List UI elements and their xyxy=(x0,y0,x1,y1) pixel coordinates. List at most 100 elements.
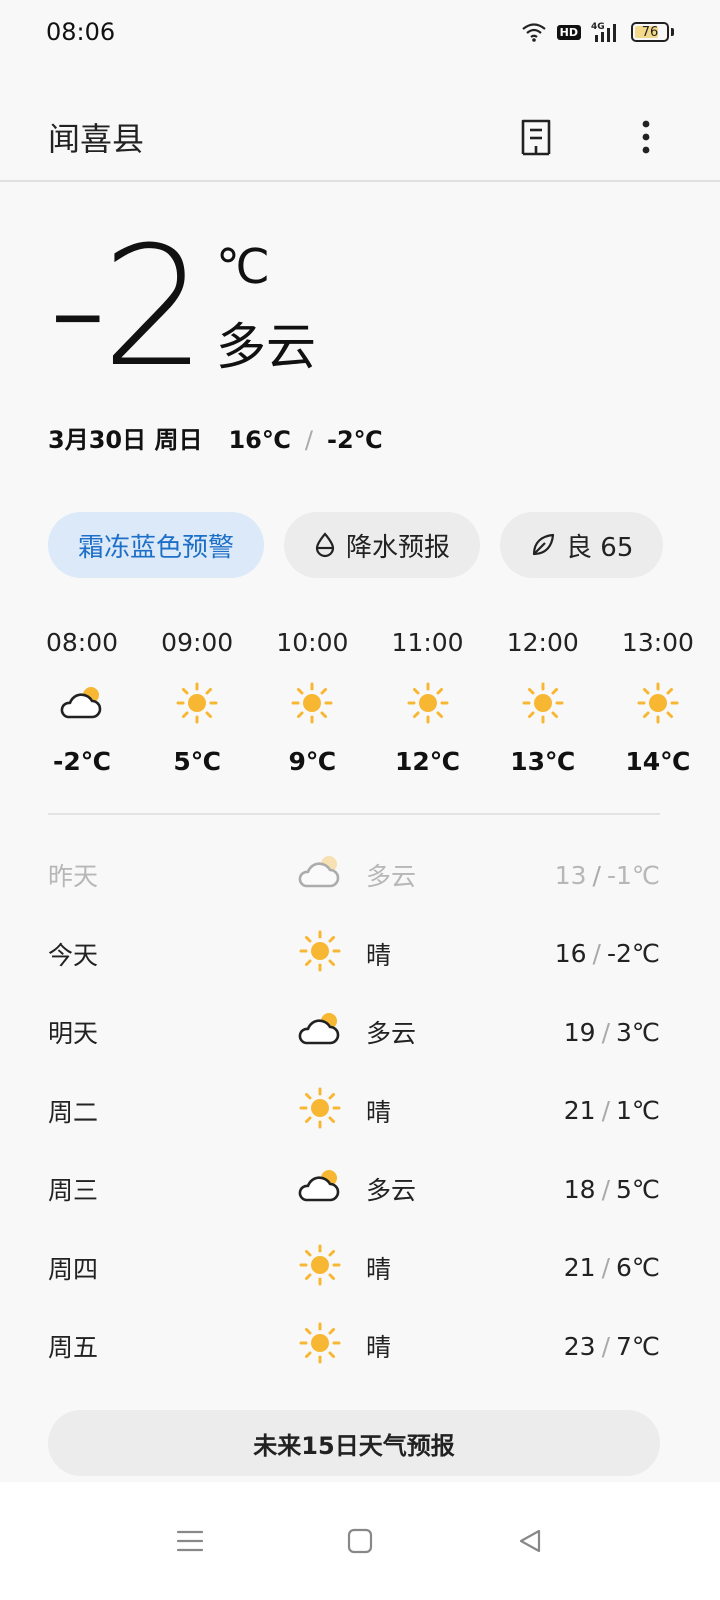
day-low: -1℃ xyxy=(606,860,660,890)
day-low: 1℃ xyxy=(616,1096,660,1126)
day-row[interactable]: 明天 多云 19/3℃ xyxy=(48,993,660,1072)
home-button[interactable] xyxy=(340,1521,380,1561)
hourly-forecast[interactable]: 08:00 -2℃ 09:00 5℃ 10:00 9℃ 11:00 12℃ 12… xyxy=(46,628,694,776)
day-high: 16 xyxy=(554,939,587,969)
back-button[interactable] xyxy=(510,1521,550,1561)
hour-temperature: 13℃ xyxy=(510,747,576,776)
sun-icon xyxy=(290,681,334,725)
signal-icon: 4G xyxy=(591,22,616,42)
precipitation-label: 降水预报 xyxy=(346,532,451,563)
battery-level: 76 xyxy=(641,24,659,40)
today-high: 16℃ xyxy=(228,426,291,454)
air-quality-label: 良 65 xyxy=(566,532,634,563)
range-separator: / xyxy=(601,1017,611,1047)
hour-time: 09:00 xyxy=(161,628,234,657)
sun-icon xyxy=(298,1243,342,1293)
status-time: 08:06 xyxy=(46,18,116,46)
day-temperature-range: 13/-1℃ xyxy=(555,861,660,890)
section-divider xyxy=(48,813,660,815)
day-high: 21 xyxy=(563,1096,596,1126)
hour-temperature: -2℃ xyxy=(52,747,112,776)
raindrop-icon xyxy=(315,532,335,558)
range-separator: / xyxy=(601,1096,611,1126)
sun-icon xyxy=(636,681,680,725)
range-separator: / xyxy=(592,860,601,890)
date-line: 3月30日 周日 16℃ / -2℃ xyxy=(48,420,383,455)
battery-tip xyxy=(671,28,674,36)
day-name: 周四 xyxy=(48,1254,99,1284)
hour-time: 08:00 xyxy=(45,628,119,657)
triangle-back-icon xyxy=(519,1529,541,1553)
wifi-icon xyxy=(521,23,546,42)
menu-icon xyxy=(176,1530,204,1552)
day-condition: 多云 xyxy=(366,1176,417,1206)
day-row[interactable]: 周四 晴 21/6℃ xyxy=(48,1229,660,1308)
partly-cloudy-icon xyxy=(296,1009,344,1055)
day-high: 19 xyxy=(563,1017,596,1047)
hour-time: 12:00 xyxy=(506,628,579,657)
more-options-button[interactable] xyxy=(626,117,666,157)
partly-cloudy-icon xyxy=(296,852,344,898)
day-low: 5℃ xyxy=(616,1174,660,1204)
day-condition: 晴 xyxy=(366,1097,392,1127)
daily-forecast: 昨天 多云 13/-1℃ 今天 晴 16/-2℃ 明天 多云 19/3℃ 周二 … xyxy=(48,836,660,1386)
day-temperature-range: 16/-2℃ xyxy=(555,939,660,968)
day-temperature-range: 21/6℃ xyxy=(564,1253,660,1282)
partly-cloudy-icon xyxy=(296,1166,344,1212)
day-condition: 多云 xyxy=(366,862,417,892)
hour-item: 10:00 9℃ xyxy=(276,628,348,776)
day-high: 23 xyxy=(563,1331,596,1361)
day-low: 7℃ xyxy=(616,1331,660,1361)
day-name: 今天 xyxy=(48,940,99,970)
square-icon xyxy=(347,1528,373,1554)
day-name: 周二 xyxy=(48,1097,99,1127)
day-temperature-range: 19/3℃ xyxy=(564,1018,660,1047)
day-row[interactable]: 周三 多云 18/5℃ xyxy=(48,1150,660,1229)
hour-time: 10:00 xyxy=(276,628,349,657)
precipitation-chip[interactable]: 降水预报 xyxy=(284,512,481,578)
hour-time: 13:00 xyxy=(621,628,694,657)
day-high: 18 xyxy=(563,1174,596,1204)
hour-temperature: 12℃ xyxy=(395,747,461,776)
day-row[interactable]: 昨天 多云 13/-1℃ xyxy=(48,836,660,915)
day-low: 6℃ xyxy=(616,1253,660,1283)
frost-warning-chip[interactable]: 霜冻蓝色预警 xyxy=(48,512,265,578)
sun-icon xyxy=(298,1086,342,1136)
city-list-button[interactable] xyxy=(516,117,556,157)
day-high: 13 xyxy=(554,860,587,890)
hd-badge: HD xyxy=(556,24,581,40)
sun-icon xyxy=(406,681,450,725)
range-separator: / xyxy=(592,939,601,969)
day-low: -2℃ xyxy=(606,939,660,969)
day-row[interactable]: 周五 晴 23/7℃ xyxy=(48,1307,660,1386)
hour-item: 11:00 12℃ xyxy=(392,628,464,776)
day-name: 周三 xyxy=(48,1176,99,1206)
info-chips: 霜冻蓝色预警 降水预报 良 65 xyxy=(48,512,664,578)
day-row[interactable]: 周二 晴 21/1℃ xyxy=(48,1072,660,1151)
fifteen-day-forecast-button[interactable]: 未来15日天气预报 xyxy=(48,1410,660,1476)
city-name[interactable]: 闻喜县 xyxy=(48,114,144,160)
current-weather: -2 ℃ 多云 xyxy=(48,225,316,390)
battery-icon: 76 xyxy=(631,22,669,42)
temperature-unit: ℃ xyxy=(216,239,270,295)
day-condition: 晴 xyxy=(366,1254,392,1284)
hour-item: 13:00 14℃ xyxy=(622,628,694,776)
hour-temperature: 5℃ xyxy=(173,747,222,776)
day-name: 明天 xyxy=(48,1019,99,1049)
hour-item: 12:00 13℃ xyxy=(507,628,579,776)
network-label: 4G xyxy=(591,22,605,32)
sun-icon xyxy=(521,681,565,725)
sun-icon xyxy=(298,929,342,979)
fifteen-day-forecast-label: 未来15日天气预报 xyxy=(253,1431,455,1460)
air-quality-chip[interactable]: 良 65 xyxy=(500,512,664,578)
sun-icon xyxy=(298,1321,342,1371)
day-row[interactable]: 今天 晴 16/-2℃ xyxy=(48,915,660,994)
header-actions xyxy=(516,117,666,157)
hour-temperature: 9℃ xyxy=(288,747,337,776)
recents-button[interactable] xyxy=(170,1521,210,1561)
status-icons: HD 4G 76 xyxy=(521,21,674,43)
day-name: 昨天 xyxy=(48,862,99,892)
sun-icon xyxy=(175,681,219,725)
app-header: 闻喜县 xyxy=(0,94,720,182)
leaf-icon xyxy=(532,533,555,556)
